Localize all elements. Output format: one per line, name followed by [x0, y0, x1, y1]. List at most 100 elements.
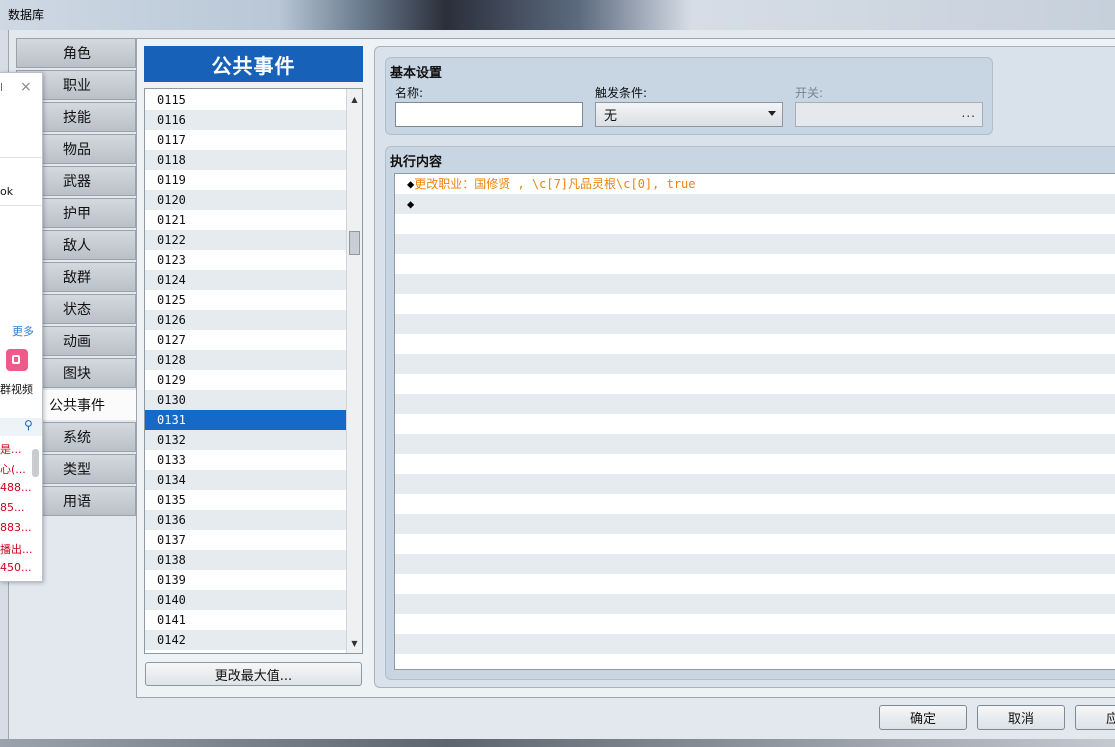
close-icon[interactable]: ×: [20, 79, 32, 95]
name-input[interactable]: [395, 102, 583, 127]
chevron-down-icon: [768, 111, 776, 116]
list-item[interactable]: 0125: [145, 290, 347, 310]
command-row-empty: [395, 394, 1115, 414]
overlapping-popup: l × ok 更多 群视频 ⚲ 是... 心(... 488... 85... 883.…: [0, 72, 43, 582]
popup-result-item[interactable]: 85...: [0, 501, 25, 514]
command-row-empty: [395, 474, 1115, 494]
command-row-empty: [395, 374, 1115, 394]
title-bar: 数据库: [0, 0, 1115, 30]
apply-button[interactable]: 应: [1075, 705, 1115, 730]
list-item[interactable]: 0120: [145, 190, 347, 210]
command-row-empty: [395, 614, 1115, 634]
basic-settings-title: 基本设置: [390, 66, 443, 81]
command-list[interactable]: ◆更改职业：国修贤 , \c[7]凡品灵根\c[0], true ◆: [394, 173, 1115, 670]
command-row-empty: [395, 554, 1115, 574]
command-row-empty: [395, 454, 1115, 474]
command-row-empty: [395, 234, 1115, 254]
list-item[interactable]: 0138: [145, 550, 347, 570]
scroll-down-icon[interactable]: ▼: [347, 635, 362, 651]
list-item[interactable]: 0116: [145, 110, 347, 130]
cancel-button[interactable]: 取消: [977, 705, 1065, 730]
command-row[interactable]: ◆: [395, 194, 1115, 214]
command-row[interactable]: ◆更改职业：国修贤 , \c[7]凡品灵根\c[0], true: [395, 174, 1115, 194]
search-icon[interactable]: ⚲: [24, 418, 33, 432]
window-title: 数据库: [8, 8, 45, 22]
popup-divider: [0, 205, 42, 206]
list-header: 公共事件: [144, 46, 363, 82]
popup-partial-text: l: [0, 81, 4, 94]
popup-result-item[interactable]: 488...: [0, 481, 32, 494]
list-item[interactable]: 0135: [145, 490, 347, 510]
list-item[interactable]: 0121: [145, 210, 347, 230]
command-row-empty: [395, 574, 1115, 594]
command-row-empty: [395, 594, 1115, 614]
group-video-label[interactable]: 群视频: [0, 381, 33, 397]
switch-label: 开关:: [795, 86, 824, 100]
command-row-empty: [395, 254, 1115, 274]
more-link[interactable]: 更多: [12, 323, 34, 339]
tab-0[interactable]: 角色: [16, 38, 136, 68]
command-row-empty: [395, 634, 1115, 654]
trigger-value: 无: [604, 109, 618, 124]
list-item[interactable]: 0139: [145, 570, 347, 590]
trigger-select[interactable]: 无: [595, 102, 783, 127]
command-row-empty: [395, 354, 1115, 374]
list-item[interactable]: 0140: [145, 590, 347, 610]
scroll-thumb[interactable]: [349, 231, 360, 255]
popup-result-item[interactable]: 450...: [0, 561, 32, 574]
execution-content-title: 执行内容: [390, 155, 443, 170]
command-rows: ◆更改职业：国修贤 , \c[7]凡品灵根\c[0], true ◆: [395, 174, 1115, 669]
command-text: 更改职业：国修贤 , \c[7]凡品灵根\c[0], true: [414, 177, 696, 191]
command-row-empty: [395, 214, 1115, 234]
command-row-empty: [395, 514, 1115, 534]
list-rows: 0115 0116 0117 0118 0119 0120 0121 0122 0123 0124…: [145, 90, 347, 650]
list-item[interactable]: 0132: [145, 430, 347, 450]
command-row-empty: [395, 294, 1115, 314]
list-item[interactable]: 0141: [145, 610, 347, 630]
list-item[interactable]: 0122: [145, 230, 347, 250]
command-row-empty: [395, 334, 1115, 354]
list-item[interactable]: 0142: [145, 630, 347, 650]
list-item[interactable]: 0134: [145, 470, 347, 490]
popup-result-item[interactable]: 是...: [0, 441, 22, 457]
list-item[interactable]: 0117: [145, 130, 347, 150]
popup-result-item[interactable]: 播出...: [0, 541, 33, 557]
ok-button[interactable]: 确定: [879, 705, 967, 730]
list-item[interactable]: 0123: [145, 250, 347, 270]
list-item[interactable]: 0133: [145, 450, 347, 470]
popup-partial-text: ok: [0, 185, 14, 198]
switch-field[interactable]: ...: [795, 102, 983, 127]
command-row-empty: [395, 494, 1115, 514]
command-row-empty: [395, 534, 1115, 554]
popup-result-item[interactable]: 心(...: [0, 461, 26, 477]
scroll-up-icon[interactable]: ▲: [347, 91, 362, 107]
list-item[interactable]: 0130: [145, 390, 347, 410]
list-item[interactable]: 0126: [145, 310, 347, 330]
list-item[interactable]: 0128: [145, 350, 347, 370]
list-item[interactable]: 0119: [145, 170, 347, 190]
change-max-button[interactable]: 更改最大值...: [145, 662, 362, 686]
command-bullet-icon: ◆: [407, 197, 415, 211]
list-item[interactable]: 0136: [145, 510, 347, 530]
list-item[interactable]: 0137: [145, 530, 347, 550]
trigger-label: 触发条件:: [595, 86, 648, 100]
list-item[interactable]: 0131: [145, 410, 347, 430]
list-item[interactable]: 0118: [145, 150, 347, 170]
popup-result-item[interactable]: 883...: [0, 521, 32, 534]
command-row-empty: [395, 434, 1115, 454]
common-event-list[interactable]: 0115 0116 0117 0118 0119 0120 0121 0122 0123 0124…: [144, 88, 363, 654]
name-label: 名称:: [395, 86, 424, 100]
list-scrollbar[interactable]: ▲ ▼: [346, 89, 362, 653]
list-item[interactable]: 0129: [145, 370, 347, 390]
command-row-empty: [395, 654, 1115, 669]
command-row-empty: [395, 274, 1115, 294]
list-item[interactable]: 0115: [145, 90, 347, 110]
list-item[interactable]: 0127: [145, 330, 347, 350]
popup-search-field[interactable]: [0, 418, 42, 436]
popup-divider: [0, 157, 42, 158]
command-row-empty: [395, 314, 1115, 334]
switch-browse-button[interactable]: ...: [962, 106, 976, 120]
popup-scrollbar[interactable]: [32, 449, 39, 477]
video-icon[interactable]: [6, 349, 28, 371]
list-item[interactable]: 0124: [145, 270, 347, 290]
